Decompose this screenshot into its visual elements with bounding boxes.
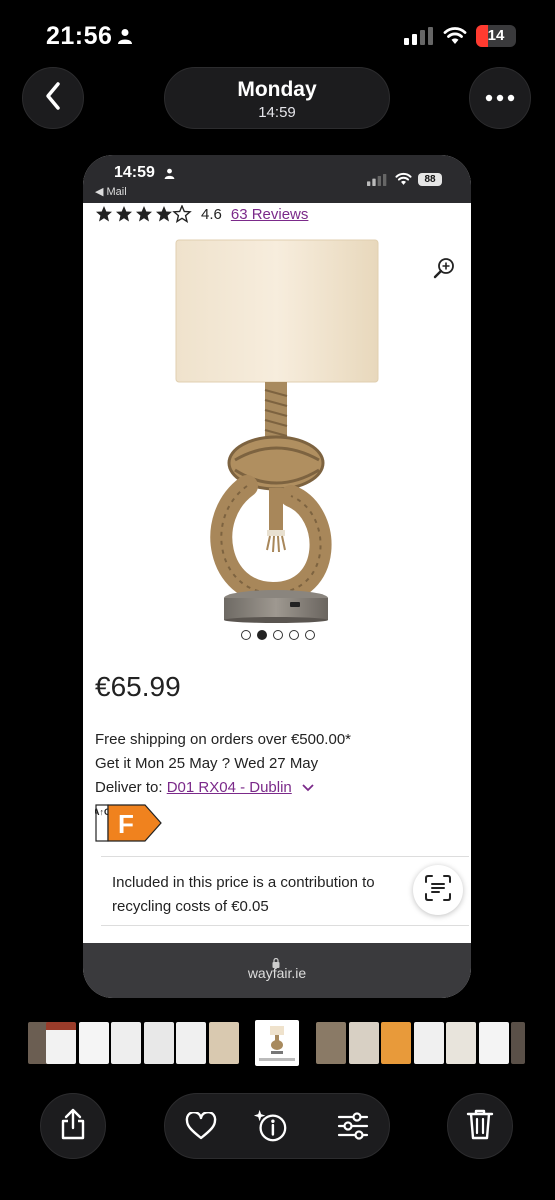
thumbnail[interactable] xyxy=(316,1022,346,1064)
thumbnail[interactable] xyxy=(176,1022,206,1064)
zoom-in-icon[interactable] xyxy=(433,257,455,284)
carousel-dot[interactable] xyxy=(241,630,251,640)
safari-url-bar[interactable]: wayfair.ie xyxy=(83,943,471,998)
signal-icon xyxy=(404,27,434,50)
product-page: 4.6 63 Reviews €65.99 Free shipping on o… xyxy=(83,203,471,943)
thumbnail[interactable] xyxy=(446,1022,476,1064)
recycling-note-box: Included in this price is a contribution… xyxy=(101,856,469,926)
energy-label-badge[interactable]: A↑G F xyxy=(93,804,163,847)
chevron-down-icon[interactable] xyxy=(302,776,314,800)
photo-day: Monday xyxy=(237,78,317,101)
recycling-note: Included in this price is a contribution… xyxy=(112,874,375,915)
product-price: €65.99 xyxy=(95,671,181,702)
back-button[interactable] xyxy=(22,67,84,129)
status-time: 21:56 xyxy=(46,22,113,50)
more-button[interactable] xyxy=(469,67,531,129)
photo-time: 14:59 xyxy=(258,104,296,121)
deliver-to-label: Deliver to: xyxy=(95,779,167,796)
deliver-to-location-link[interactable]: D01 RX04 - Dublin xyxy=(167,779,292,796)
person-icon xyxy=(164,166,175,184)
live-text-button[interactable] xyxy=(413,865,463,915)
battery-icon: 14 xyxy=(476,25,516,47)
thumbnail[interactable] xyxy=(414,1022,444,1064)
url-domain: wayfair.ie xyxy=(83,954,471,981)
share-button[interactable] xyxy=(40,1093,106,1159)
wifi-icon xyxy=(395,172,412,190)
rating-value: 4.6 xyxy=(201,205,222,223)
thumbnail[interactable] xyxy=(209,1022,239,1064)
delete-button[interactable] xyxy=(447,1093,513,1159)
screenshot-time: 14:59 xyxy=(114,164,155,181)
product-image-rope-lamp[interactable] xyxy=(173,238,383,628)
battery-icon: 88 xyxy=(418,173,442,186)
chevron-left-icon xyxy=(44,81,62,116)
trash-icon xyxy=(466,1108,494,1145)
carousel-dot[interactable] xyxy=(289,630,299,640)
thumbnail-strip[interactable] xyxy=(0,1020,555,1066)
back-to-mail: ◀ Mail xyxy=(95,186,127,198)
star-rating-icons xyxy=(95,205,193,223)
date-header[interactable]: Monday 14:59 xyxy=(164,67,390,129)
carousel-dot[interactable] xyxy=(273,630,283,640)
energy-class: F xyxy=(118,809,134,839)
carousel-dot-active[interactable] xyxy=(257,630,267,640)
shipping-info: Free shipping on orders over €500.00* Ge… xyxy=(95,728,351,800)
thumbnail[interactable] xyxy=(381,1022,411,1064)
share-icon xyxy=(59,1108,87,1145)
heart-icon[interactable] xyxy=(183,1108,219,1144)
screenshot-preview[interactable]: 14:59 ◀ Mail 88 4.6 63 Reviews €65.99 Fr… xyxy=(83,155,471,998)
battery-level: 14 xyxy=(487,27,505,44)
live-text-icon xyxy=(424,874,452,907)
info-sparkle-icon[interactable] xyxy=(253,1108,289,1144)
thumbnail[interactable] xyxy=(111,1022,141,1064)
wifi-icon xyxy=(443,26,467,49)
deliver-to-row: Deliver to: D01 RX04 - Dublin xyxy=(95,776,351,800)
status-bar: 21:56 14 xyxy=(0,0,555,70)
url-domain-text: wayfair.ie xyxy=(247,965,307,981)
thumbnail-selected[interactable] xyxy=(255,1020,299,1066)
thumbnail[interactable] xyxy=(511,1022,525,1064)
thumbnail[interactable] xyxy=(349,1022,379,1064)
screenshot-status-bar: 14:59 ◀ Mail 88 xyxy=(83,155,471,203)
sliders-icon[interactable] xyxy=(335,1108,371,1144)
ellipsis-icon xyxy=(485,89,515,107)
shipping-note: Free shipping on orders over €500.00* xyxy=(95,731,351,748)
thumbnail[interactable] xyxy=(479,1022,509,1064)
delivery-estimate: Get it Mon 25 May ? Wed 27 May xyxy=(95,755,319,772)
thumbnail[interactable] xyxy=(79,1022,109,1064)
image-carousel-dots[interactable] xyxy=(241,630,315,640)
product-rating: 4.6 63 Reviews xyxy=(95,203,308,225)
thumbnail[interactable] xyxy=(46,1022,76,1064)
signal-icon xyxy=(367,173,387,191)
photo-actions-bar xyxy=(164,1093,390,1159)
reviews-link[interactable]: 63 Reviews xyxy=(231,206,309,223)
person-icon xyxy=(117,28,133,49)
carousel-dot[interactable] xyxy=(305,630,315,640)
thumbnail[interactable] xyxy=(144,1022,174,1064)
